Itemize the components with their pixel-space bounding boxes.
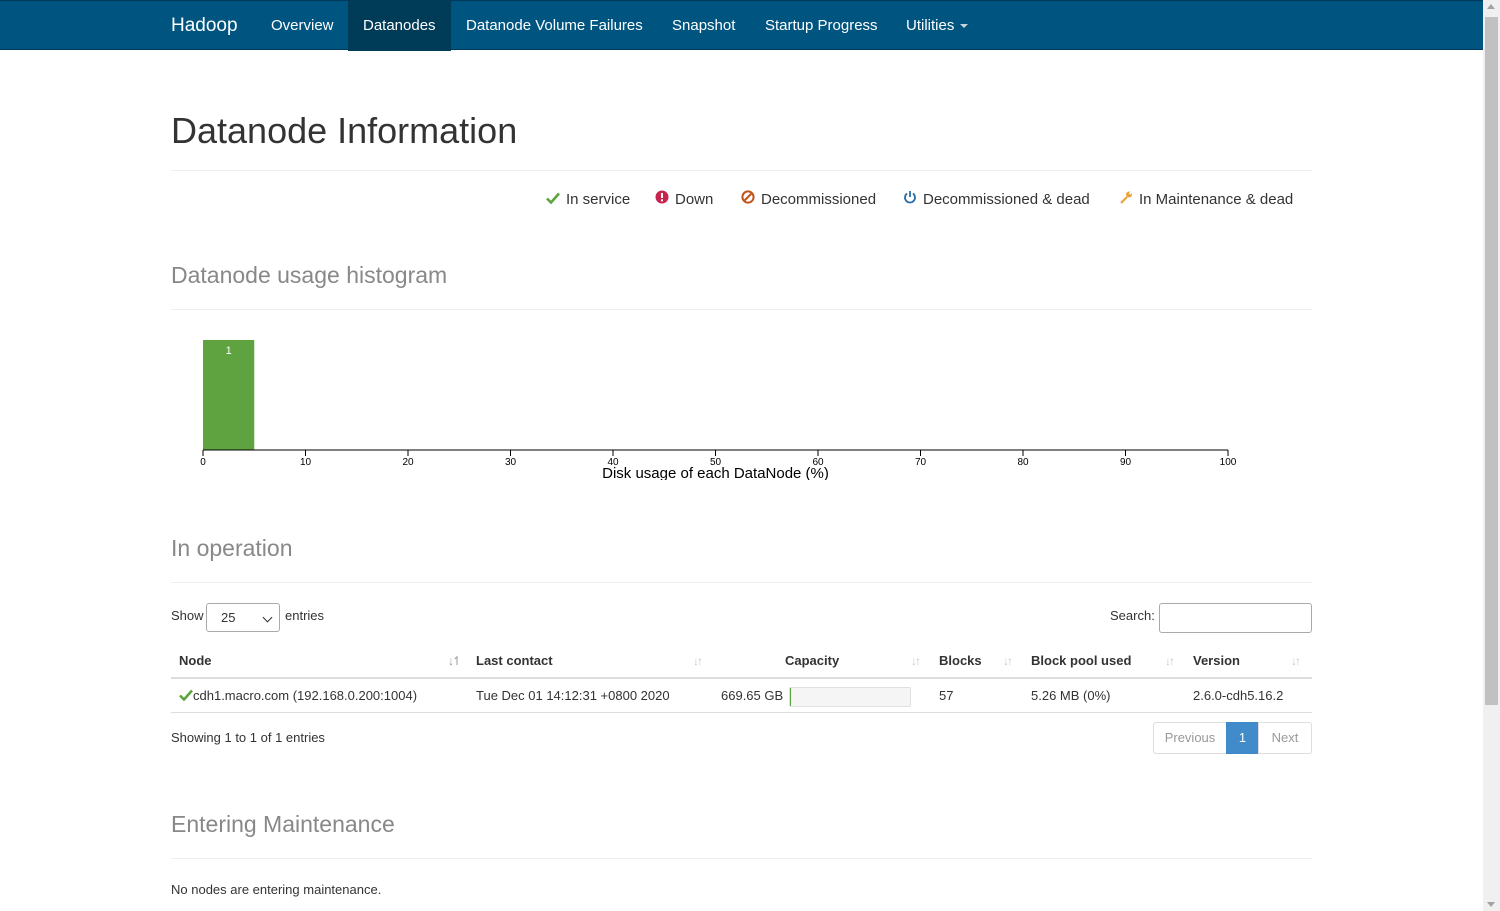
bar-value-label: 1 (226, 345, 232, 357)
column-header-last-contact[interactable]: Last contact (476, 652, 553, 670)
sort-asc-icon[interactable]: ↓↿ (448, 652, 462, 670)
title-divider (171, 170, 1312, 171)
entering-maintenance-title: Entering Maintenance (171, 811, 395, 837)
x-tick-label: 0 (200, 457, 206, 468)
next-page-button[interactable]: Next (1258, 722, 1312, 754)
last-contact-cell: Tue Dec 01 14:12:31 +0800 2020 (476, 688, 670, 703)
scroll-up-arrow-icon[interactable] (1487, 4, 1495, 9)
wrench-icon (1118, 190, 1134, 210)
column-header-version[interactable]: Version (1193, 652, 1240, 670)
scroll-down-arrow-icon[interactable] (1487, 902, 1495, 907)
nav-startup-progress[interactable]: Startup Progress (750, 1, 893, 51)
x-tick-label: 80 (1017, 457, 1029, 468)
page-size-value: 25 (221, 610, 236, 625)
column-header-node[interactable]: Node (179, 652, 212, 670)
x-tick-label: 90 (1120, 457, 1132, 468)
in-operation-divider (171, 582, 1312, 583)
nav-overview[interactable]: Overview (256, 1, 349, 51)
table-bottom-border (171, 712, 1312, 713)
blocks-cell: 57 (939, 688, 954, 703)
previous-page-button[interactable]: Previous (1153, 722, 1227, 754)
usage-histogram-chart: 10 10 20 30 40 50 60 70 80 90 100Disk usage of eac… (200, 340, 1237, 480)
column-header-blocks[interactable]: Blocks (939, 652, 982, 670)
in-operation-title: In operation (171, 535, 293, 561)
sort-icon[interactable]: ↓↑ (1003, 652, 1013, 670)
table-header-border (171, 677, 1312, 679)
search-label: Search: (1110, 608, 1155, 623)
exclamation-circle-icon (654, 190, 670, 210)
x-tick-label: 30 (505, 457, 517, 468)
legend-decommissioned: Decommissioned (740, 190, 876, 210)
block-pool-used-cell: 5.26 MB (0%) (1031, 688, 1111, 703)
node-name[interactable]: cdh1.macro.com (192.168.0.200:1004) (193, 688, 417, 703)
nav-snapshot[interactable]: Snapshot (657, 1, 750, 51)
x-tick-label: 100 (1220, 457, 1237, 468)
legend-label: In Maintenance & dead (1139, 191, 1294, 208)
sort-icon[interactable]: ↓↑ (693, 652, 703, 670)
capacity-progress-bar (789, 687, 911, 707)
sort-icon[interactable]: ↓↑ (1165, 652, 1175, 670)
nav-utilities[interactable]: Utilities (891, 1, 983, 51)
nav-utilities-label: Utilities (906, 17, 955, 34)
legend-down: Down (654, 190, 713, 210)
check-icon (179, 689, 193, 702)
page-1-button[interactable]: 1 (1226, 722, 1259, 754)
nav-datanodes[interactable]: Datanodes (348, 1, 451, 51)
vertical-scrollbar[interactable] (1483, 0, 1500, 911)
navbar: Hadoop Overview Datanodes Datanode Volum… (0, 0, 1483, 51)
histogram-title: Datanode usage histogram (171, 262, 448, 288)
node-cell[interactable]: cdh1.macro.com (192.168.0.200:1004) (179, 687, 417, 705)
x-tick-label: 20 (402, 457, 414, 468)
scrollbar-thumb[interactable] (1485, 17, 1498, 705)
capacity-progress-fill (790, 688, 792, 706)
legend-in-maintenance-dead: In Maintenance & dead (1118, 190, 1293, 210)
sort-icon[interactable]: ↓↑ (911, 652, 921, 670)
legend-label: Decommissioned & dead (923, 191, 1090, 208)
table-info: Showing 1 to 1 of 1 entries (171, 730, 325, 745)
legend-in-service: In service (545, 190, 630, 210)
column-header-capacity[interactable]: Capacity (785, 652, 839, 670)
column-header-block-pool-used[interactable]: Block pool used (1031, 652, 1131, 670)
legend-label: In service (566, 191, 631, 208)
histogram-divider (171, 309, 1312, 310)
legend-label: Down (675, 191, 714, 208)
x-tick-label: 70 (915, 457, 927, 468)
search-input[interactable] (1159, 603, 1312, 633)
caret-down-icon (960, 24, 969, 29)
chevron-down-icon (262, 612, 273, 623)
legend-decommissioned-dead: Decommissioned & dead (902, 190, 1090, 210)
ban-icon (740, 190, 756, 210)
x-tick-label: 10 (300, 457, 312, 468)
entering-maintenance-divider (171, 858, 1312, 859)
x-axis-label: Disk usage of each DataNode (%) (602, 465, 829, 480)
page-title: Datanode Information (171, 110, 518, 151)
version-cell: 2.6.0-cdh5.16.2 (1193, 688, 1284, 703)
page-size-select[interactable]: 25 (206, 603, 280, 632)
show-label: Show (171, 608, 204, 623)
entries-label: entries (285, 608, 325, 623)
power-icon (902, 190, 918, 210)
nav-datanode-volume-failures[interactable]: Datanode Volume Failures (451, 1, 658, 51)
entering-maintenance-empty-text: No nodes are entering maintenance. (171, 882, 382, 897)
check-icon (545, 190, 561, 210)
capacity-cell: 669.65 GB (721, 688, 784, 703)
legend-label: Decommissioned (761, 191, 877, 208)
brand-logo[interactable]: Hadoop (171, 1, 238, 51)
sort-icon[interactable]: ↓↑ (1291, 652, 1301, 670)
